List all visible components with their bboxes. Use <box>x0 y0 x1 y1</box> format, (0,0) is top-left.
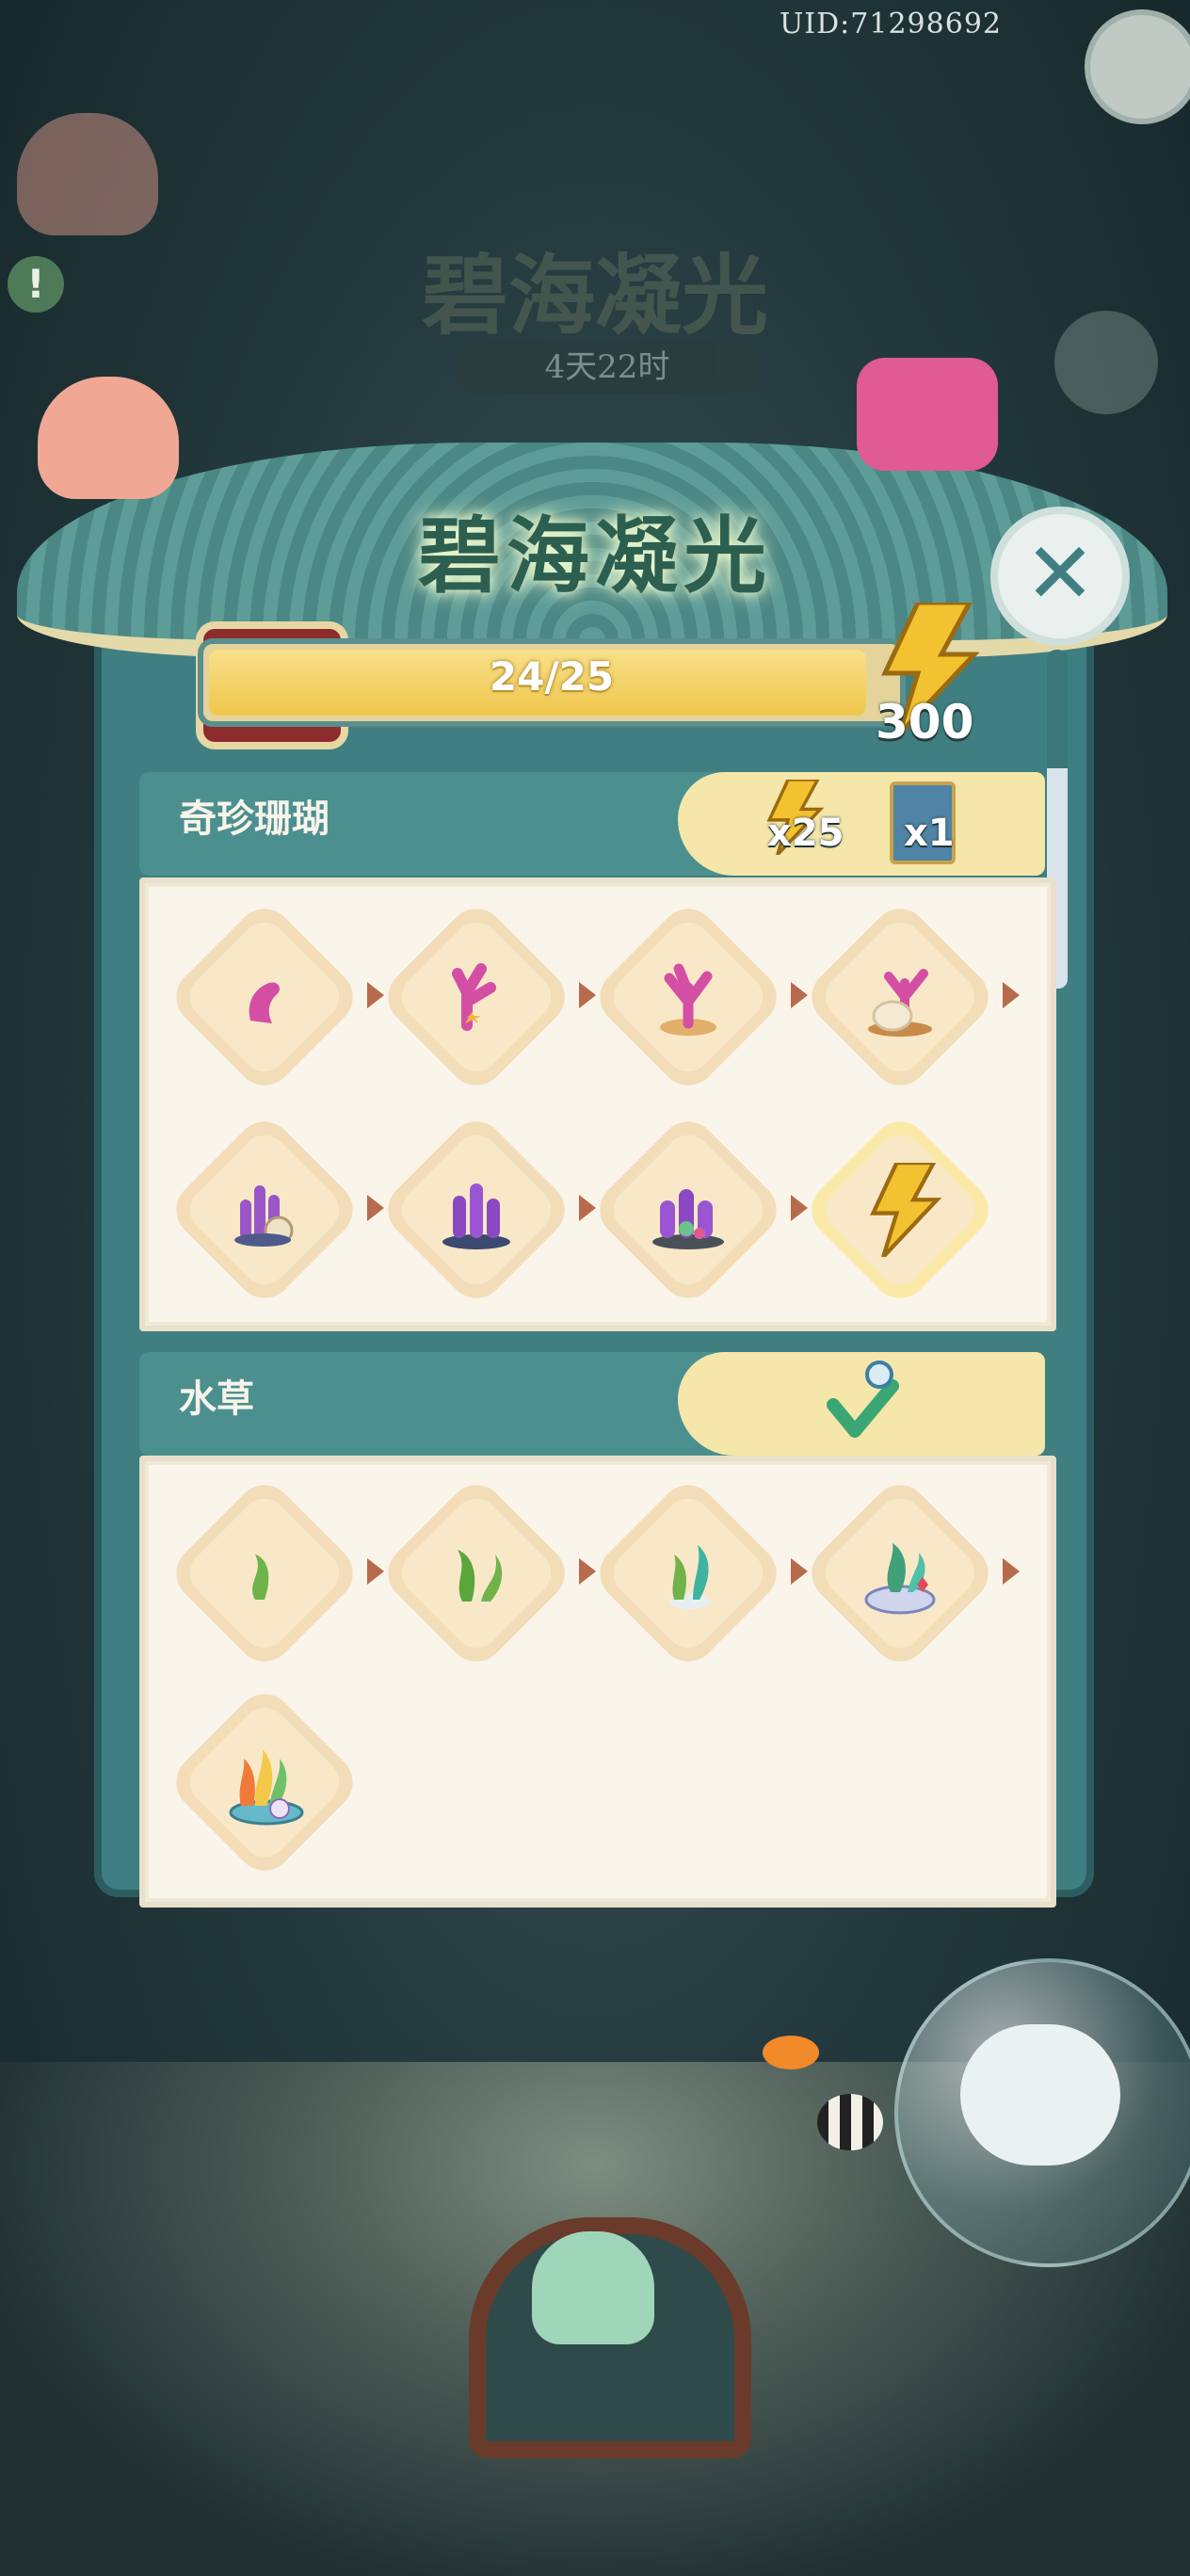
rare-coral-grid <box>139 877 1056 1331</box>
next-arrow-icon <box>579 1195 596 1221</box>
grid-cell[interactable] <box>587 1109 789 1311</box>
background-close-icon <box>1054 311 1158 414</box>
next-arrow-icon <box>791 1195 808 1221</box>
next-arrow-icon <box>1003 1558 1020 1585</box>
user-id: UID:71298692 <box>780 8 1002 40</box>
coral-1-icon <box>249 982 280 1023</box>
reward-tab[interactable]: x25 x1 <box>678 772 1045 876</box>
grid-cell[interactable] <box>799 896 1001 1098</box>
close-button[interactable]: ✕ <box>990 507 1130 646</box>
grid-cell[interactable] <box>164 1109 365 1311</box>
grid-cell[interactable] <box>164 1682 365 1883</box>
coral-2-icon <box>452 963 496 1031</box>
next-arrow-icon <box>579 1558 596 1585</box>
reward-bolt-count: x25 <box>767 812 844 855</box>
octopus-icon <box>38 377 179 499</box>
grid-cell[interactable] <box>799 1109 1001 1311</box>
cat-character <box>960 2024 1120 2165</box>
section-header-rare-coral: 奇珍珊瑚 x25 x1 <box>139 772 1045 876</box>
grid-cell[interactable] <box>164 896 365 1098</box>
reward-tab[interactable] <box>678 1352 1045 1456</box>
background-event-title: 碧海凝光 <box>421 245 768 346</box>
player-avatar[interactable] <box>1085 9 1190 124</box>
coral-6-icon <box>442 1183 510 1249</box>
orange-fish-decoration <box>763 2036 819 2069</box>
seaweed-5-icon <box>229 1749 304 1826</box>
section-header-seaweed: 水草 <box>139 1352 1045 1456</box>
grid-cell[interactable] <box>376 1109 577 1311</box>
next-arrow-icon <box>579 982 596 1008</box>
coral-7-icon <box>652 1189 724 1249</box>
grid-cell[interactable] <box>376 896 577 1098</box>
background-event-timer: 4天22时 <box>452 341 763 394</box>
section-label: 奇珍珊瑚 <box>179 797 330 841</box>
next-arrow-icon <box>1003 982 1020 1008</box>
progress-text: 24/25 <box>489 653 615 700</box>
progress-bar: 24/25 <box>198 638 906 727</box>
seaweed-3-icon <box>669 1545 711 1609</box>
grid-cell[interactable] <box>587 896 789 1098</box>
coral-4-icon <box>868 969 932 1037</box>
seaweed-1-icon <box>252 1554 269 1600</box>
next-arrow-icon <box>367 1558 384 1585</box>
energy-bolt-reward-icon <box>870 1163 942 1257</box>
grid-cell[interactable] <box>164 1473 365 1674</box>
checkmark-search-icon <box>827 1360 899 1438</box>
grid-cell[interactable] <box>799 1473 1001 1674</box>
seaweed-2-icon <box>458 1550 503 1602</box>
next-arrow-icon <box>791 1558 808 1585</box>
seaweed-4-icon <box>864 1543 936 1615</box>
octopus-decoration <box>17 113 158 235</box>
coral-5-icon <box>234 1185 294 1247</box>
energy-count: 300 <box>876 695 974 749</box>
grid-cell[interactable] <box>587 1473 789 1674</box>
alert-icon[interactable]: ! <box>8 256 64 313</box>
coral-decoration <box>857 358 998 471</box>
jellyfish-icon <box>532 2231 654 2344</box>
seaweed-grid <box>139 1456 1056 1908</box>
next-arrow-icon <box>791 982 808 1008</box>
next-arrow-icon <box>367 982 384 1008</box>
coral-3-icon <box>660 963 716 1036</box>
striped-fish-decoration <box>817 2094 883 2150</box>
section-label: 水草 <box>179 1377 254 1421</box>
reward-ticket-count: x1 <box>904 812 955 855</box>
grid-cell[interactable] <box>376 1473 577 1674</box>
next-arrow-icon <box>367 1195 384 1221</box>
